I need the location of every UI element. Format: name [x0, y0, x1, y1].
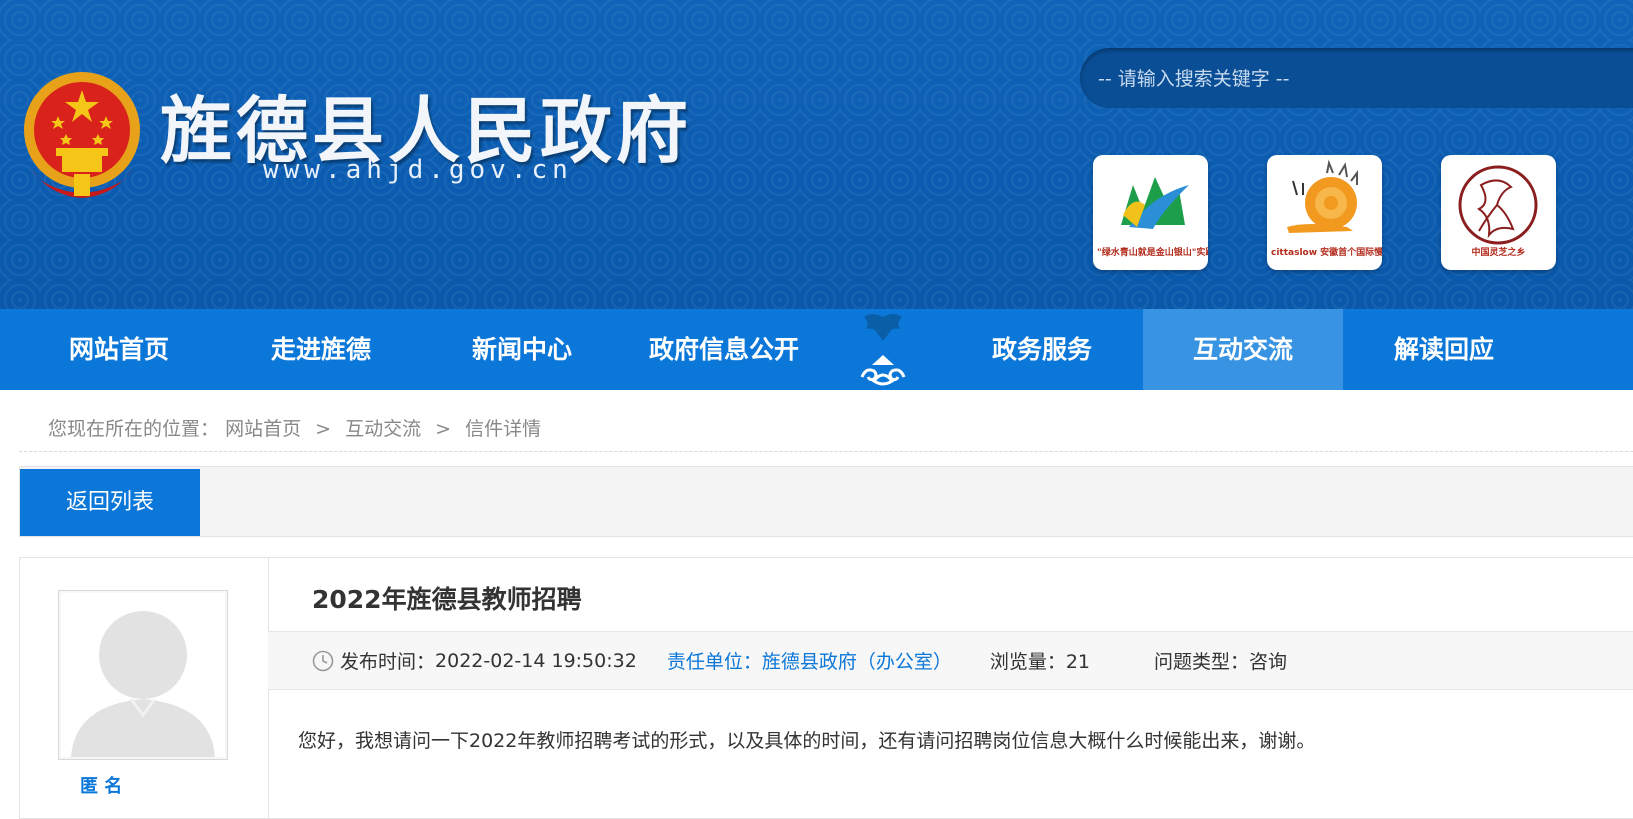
main-nav: 网站首页 走进旌德 新闻中心 政府信息公开 政务服务 互动交流 解读回应	[0, 309, 1633, 390]
nav-item-interaction[interactable]: 互动交流	[1143, 309, 1343, 390]
publish-time: 2022-02-14 19:50:32	[435, 649, 637, 672]
user-silhouette-icon	[61, 593, 225, 757]
breadcrumb-separator: >	[315, 418, 332, 440]
back-to-list-button[interactable]: 返回列表	[20, 469, 200, 536]
nav-item-news[interactable]: 新闻中心	[422, 309, 622, 390]
breadcrumb-prefix: 您现在所在的位置：	[48, 418, 220, 440]
breadcrumb-interaction-link[interactable]: 互动交流	[345, 418, 421, 440]
letter-meta: 发布时间： 2022-02-14 19:50:32 责任单位：旌德县政府（办公室…	[268, 631, 1633, 690]
nav-item-interpretation[interactable]: 解读回应	[1344, 309, 1544, 390]
search-input[interactable]	[1096, 58, 1620, 100]
eco-base-badge[interactable]: "绿水青山就是金山银山"实践创新基地	[1093, 155, 1208, 270]
publish-label: 发布时间：	[340, 651, 436, 673]
breadcrumb-current: 信件详情	[465, 418, 542, 440]
nav-item-about[interactable]: 走进旌德	[221, 309, 421, 390]
author-panel: 匿 名	[20, 558, 269, 818]
nav-item-services[interactable]: 政务服务	[942, 309, 1142, 390]
letter-content: 您好，我想请问一下2022年教师招聘考试的形式，以及具体的时间，还有请问招聘岗位…	[298, 730, 1316, 752]
breadcrumb: 您现在所在的位置： 网站首页 > 互动交流 > 信件详情	[48, 414, 541, 441]
avatar	[58, 590, 228, 760]
question-type: 问题类型：咨询	[1154, 651, 1288, 673]
nav-item-home[interactable]: 网站首页	[19, 309, 219, 390]
letter-detail: 匿 名 2022年旌德县教师招聘 发布时间： 2022-02-14 19:50:…	[19, 557, 1633, 819]
cloud-ornament-icon	[860, 314, 906, 386]
view-count: 浏览量：21	[989, 651, 1091, 673]
clock-icon	[312, 650, 334, 671]
breadcrumb-divider	[19, 451, 1633, 452]
author-name: 匿 名	[80, 776, 123, 797]
search-box[interactable]	[1080, 48, 1633, 108]
site-url: www.ahjd.gov.cn	[263, 155, 573, 185]
badge-caption: "绿水青山就是金山银山"实践创新基地	[1097, 248, 1208, 258]
breadcrumb-home-link[interactable]: 网站首页	[225, 418, 301, 440]
nav-item-gov-info[interactable]: 政府信息公开	[623, 309, 825, 390]
breadcrumb-separator: >	[435, 418, 452, 440]
letter-toolbar: 返回列表	[19, 466, 1633, 537]
badge-caption: 中国灵芝之乡	[1471, 248, 1526, 258]
badge-caption: cittaslow 安徽首个国际慢城	[1271, 248, 1382, 258]
cittaslow-badge[interactable]: cittaslow 安徽首个国际慢城	[1267, 155, 1382, 270]
header-banner: 旌德县人民政府 www.ahjd.gov.cn "绿水青山就是金山银山"实践创新…	[0, 0, 1633, 309]
responsible-dept: 责任单位：旌德县政府（办公室）	[666, 651, 952, 673]
ganoderma-badge[interactable]: 中国灵芝之乡	[1441, 155, 1556, 270]
letter-title: 2022年旌德县教师招聘	[312, 585, 582, 614]
national-emblem-icon	[24, 72, 140, 198]
